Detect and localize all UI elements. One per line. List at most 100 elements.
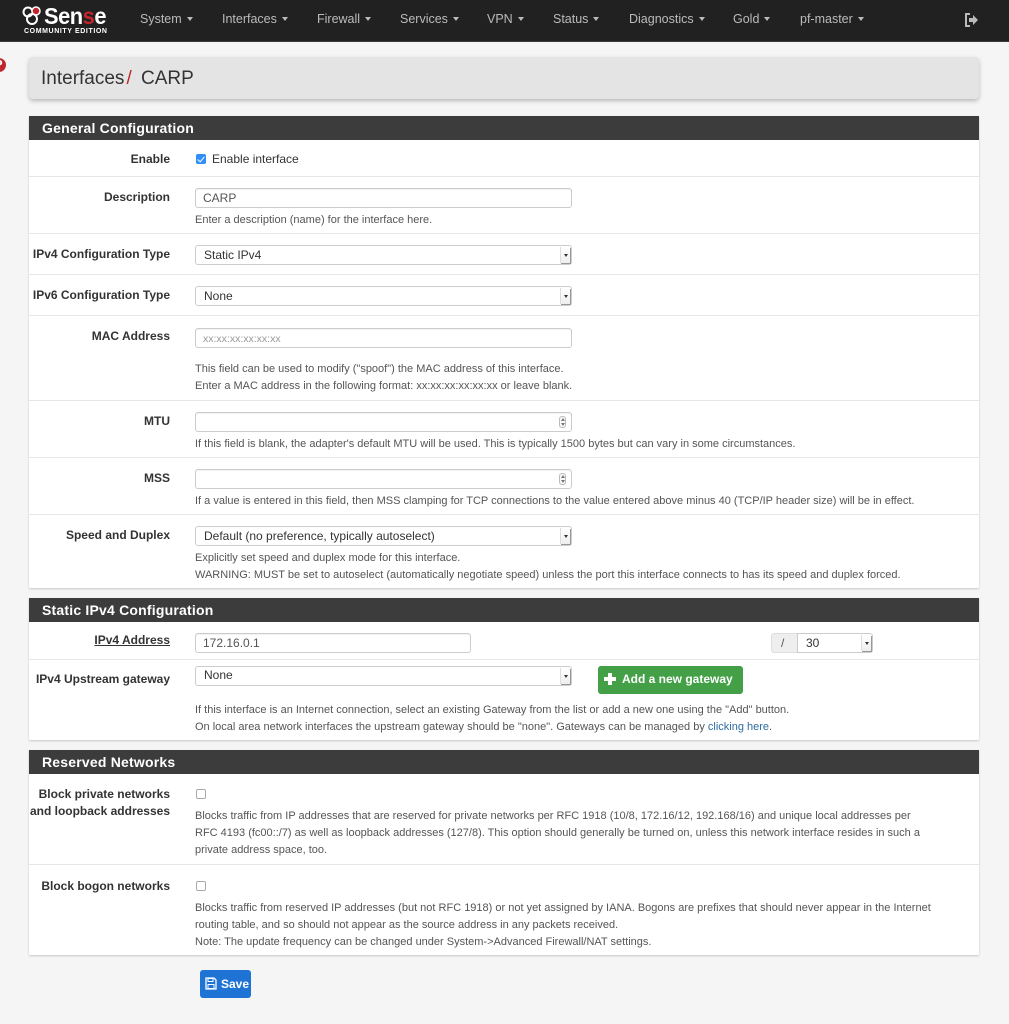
- ipv4-gateway-label: IPv4 Upstream gateway: [35, 672, 170, 686]
- panel-title: General Configuration: [29, 116, 979, 140]
- mtu-input[interactable]: [195, 412, 572, 432]
- speed-duplex-label: Speed and Duplex: [65, 528, 170, 542]
- select-arrow-icon: [560, 668, 570, 684]
- speed-duplex-help-1: Explicitly set speed and duplex mode for…: [195, 552, 461, 564]
- save-button[interactable]: Save: [200, 970, 251, 998]
- ipv4-address-label[interactable]: IPv4 Address: [94, 632, 170, 649]
- mss-input[interactable]: [195, 469, 572, 489]
- select-arrow-icon: [560, 528, 570, 544]
- gateways-link[interactable]: clicking here: [708, 721, 769, 733]
- nav-interfaces[interactable]: Interfaces: [222, 12, 288, 26]
- caret-down-icon: [698, 17, 705, 21]
- ipv4-type-value: Static IPv4: [204, 248, 262, 262]
- nav-firewall[interactable]: Firewall: [317, 12, 372, 26]
- ipv4-type-select[interactable]: Static IPv4: [195, 245, 572, 265]
- ipv6-type-select[interactable]: None: [195, 286, 572, 306]
- breadcrumb-current: CARP: [141, 68, 194, 89]
- nav-vpn[interactable]: VPN: [487, 12, 524, 26]
- ipv6-type-label: IPv6 Configuration Type: [32, 288, 170, 302]
- caret-down-icon: [452, 17, 459, 21]
- pfsense-logo[interactable]: Sense COMMUNITY EDITION: [20, 3, 116, 39]
- breadcrumb-separator: /: [126, 68, 132, 89]
- ipv4-type-label: IPv4 Configuration Type: [32, 247, 170, 261]
- mtu-help: If this field is blank, the adapter's de…: [195, 438, 796, 450]
- cidr-slash-addon: /: [771, 633, 798, 653]
- block-private-checkbox[interactable]: [196, 789, 206, 799]
- speed-duplex-select[interactable]: Default (no preference, typically autose…: [195, 526, 572, 546]
- sign-out-icon[interactable]: [963, 11, 981, 29]
- number-spinner-icon[interactable]: [559, 473, 566, 485]
- block-bogon-help-3: Note: The update frequency can be change…: [195, 936, 652, 948]
- cidr-value: 30: [806, 636, 820, 650]
- ipv4-gateway-value: None: [204, 668, 233, 682]
- add-gateway-button[interactable]: Add a new gateway: [598, 666, 743, 694]
- nav-gold[interactable]: Gold: [733, 12, 771, 26]
- mac-address-help-2: Enter a MAC address in the following for…: [195, 380, 573, 392]
- description-help: Enter a description (name) for the inter…: [195, 214, 433, 226]
- question-circle-icon[interactable]: [0, 57, 7, 73]
- enable-row: Enable Enable interface: [29, 140, 979, 176]
- enable-interface-label[interactable]: Enable interface: [212, 152, 299, 166]
- block-bogon-row: Block bogon networks Blocks traffic from…: [29, 864, 979, 955]
- panel-title: Static IPv4 Configuration: [29, 598, 979, 622]
- block-private-help-1: Blocks traffic from IP addresses that ar…: [195, 810, 911, 822]
- block-private-help-2: RFC 4193 (fc00::/7) as well as loopback …: [195, 827, 920, 839]
- caret-down-icon: [186, 17, 193, 21]
- help-text: On local area network interfaces the ups…: [195, 721, 708, 733]
- top-navbar: Sense COMMUNITY EDITION System Interface…: [0, 0, 1009, 42]
- ipv6-type-value: None: [204, 289, 233, 303]
- caret-down-icon: [281, 17, 288, 21]
- mss-help: If a value is entered in this field, the…: [195, 495, 915, 507]
- block-private-row: Block private networks and loopback addr…: [29, 774, 979, 864]
- logo-subtitle: COMMUNITY EDITION: [24, 28, 108, 35]
- breadcrumb-parent[interactable]: Interfaces: [41, 68, 124, 89]
- enable-interface-checkbox[interactable]: [196, 154, 206, 164]
- nav-system[interactable]: System: [140, 12, 193, 26]
- reserved-networks-panel: Reserved Networks Block private networks…: [29, 750, 979, 955]
- mac-address-row: MAC Address xx:xx:xx:xx:xx:xx This field…: [29, 315, 979, 400]
- block-bogon-label: Block bogon networks: [41, 879, 170, 893]
- static-ipv4-panel: Static IPv4 Configuration IPv4 Address 1…: [29, 598, 979, 740]
- ipv6-type-row: IPv6 Configuration Type None: [29, 274, 979, 315]
- block-bogon-help-2: routing table, and so should not appear …: [195, 919, 619, 931]
- ipv4-type-row: IPv4 Configuration Type Static IPv4: [29, 233, 979, 274]
- caret-down-icon: [517, 17, 524, 21]
- block-bogon-help-1: Blocks traffic from reserved IP addresse…: [195, 902, 931, 914]
- block-private-label-2: and loopback addresses: [29, 804, 170, 818]
- select-arrow-icon: [861, 635, 871, 651]
- enable-label: Enable: [130, 152, 170, 166]
- ipv4-address-row: IPv4 Address 172.16.0.1 / 30: [29, 622, 979, 659]
- nav-services[interactable]: Services: [400, 12, 459, 26]
- speed-duplex-row: Speed and Duplex Default (no preference,…: [29, 514, 979, 588]
- speed-duplex-help-2: WARNING: MUST be set to autoselect (auto…: [195, 569, 901, 581]
- logo-text: Sense: [44, 3, 107, 29]
- plus-icon: [604, 673, 616, 685]
- ipv4-gateway-help-2: On local area network interfaces the ups…: [195, 719, 772, 736]
- description-label: Description: [103, 190, 170, 204]
- block-bogon-checkbox[interactable]: [196, 881, 206, 891]
- description-input[interactable]: CARP: [195, 188, 572, 208]
- cidr-select[interactable]: 30: [797, 633, 873, 653]
- nav-status[interactable]: Status: [553, 12, 600, 26]
- mac-address-help-1: This field can be used to modify ("spoof…: [195, 363, 564, 375]
- mss-label: MSS: [143, 471, 170, 485]
- caret-down-icon: [365, 17, 372, 21]
- block-private-label-1: Block private networks: [38, 787, 170, 801]
- mac-address-label: MAC Address: [91, 329, 170, 343]
- nav-pf-master[interactable]: pf-master: [800, 12, 864, 26]
- caret-down-icon: [857, 17, 864, 21]
- help-text: .: [769, 721, 773, 733]
- ipv4-gateway-select[interactable]: None: [195, 666, 572, 686]
- block-private-help-3: private address space, too.: [195, 844, 328, 856]
- number-spinner-icon[interactable]: [559, 416, 566, 428]
- add-gateway-label: Add a new gateway: [622, 672, 733, 686]
- description-row: Description CARP Enter a description (na…: [29, 176, 979, 233]
- select-arrow-icon: [560, 288, 570, 304]
- panel-title: Reserved Networks: [29, 750, 979, 774]
- mtu-row: MTU If this field is blank, the adapter'…: [29, 400, 979, 457]
- mss-row: MSS If a value is entered in this field,…: [29, 457, 979, 514]
- ipv4-address-input[interactable]: 172.16.0.1: [195, 633, 471, 653]
- general-configuration-panel: General Configuration Enable Enable inte…: [29, 116, 979, 588]
- mac-address-input[interactable]: xx:xx:xx:xx:xx:xx: [195, 328, 572, 348]
- nav-diagnostics[interactable]: Diagnostics: [629, 12, 705, 26]
